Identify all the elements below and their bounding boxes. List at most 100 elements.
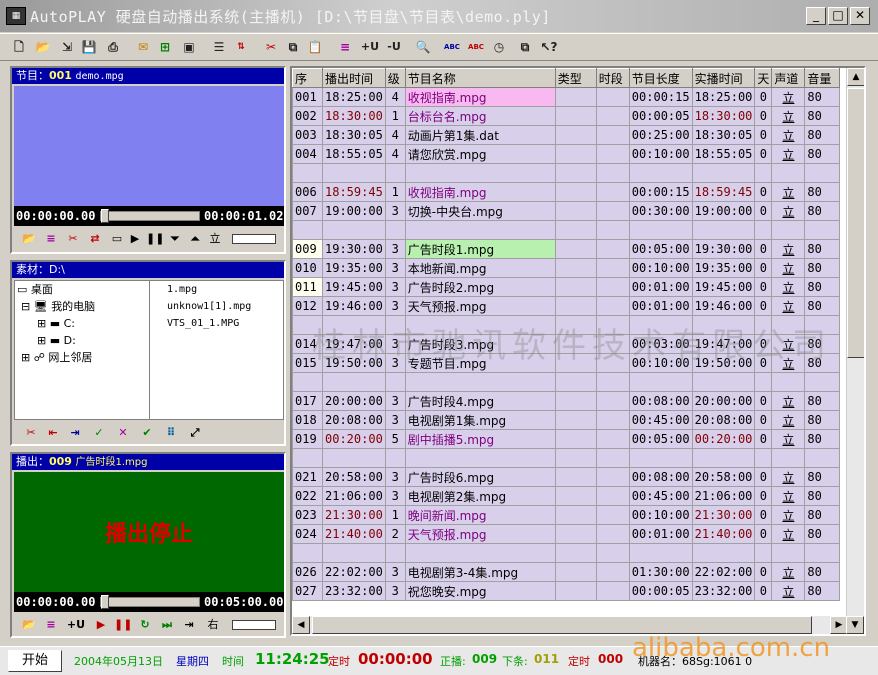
maximize-button[interactable]: □	[828, 7, 848, 25]
cell-type[interactable]	[554, 391, 597, 411]
cell-len[interactable]: 01:30:00	[628, 562, 693, 582]
cell-name[interactable]	[404, 163, 556, 183]
cell-type[interactable]	[554, 467, 597, 487]
cell-name[interactable]: 切换-中央台.mpg	[404, 201, 556, 221]
window-icon[interactable]: ⧉	[516, 38, 534, 56]
cell-vol[interactable]: 80	[804, 125, 841, 145]
column-header[interactable]: 声道	[771, 68, 806, 88]
cell-name[interactable]: 请您欣赏.mpg	[404, 144, 556, 164]
play-icon[interactable]: ▶	[92, 616, 110, 634]
cell-len[interactable]: 00:10:00	[628, 505, 693, 525]
slider-knob[interactable]	[101, 595, 109, 609]
cell-vol[interactable]: 80	[804, 410, 841, 430]
cell-day[interactable]	[754, 163, 773, 183]
cell-seq[interactable]: 019	[292, 429, 323, 449]
cell-ch[interactable]	[771, 372, 806, 392]
cell-slot[interactable]	[595, 562, 630, 582]
cell-len[interactable]: 00:08:00	[628, 391, 693, 411]
table-row[interactable]: 007 19:00:00 3 切换-中央台.mpg 00:30:00 19:00:00 0 立…	[292, 201, 841, 221]
cell-actual[interactable]: 19:45:00	[691, 277, 756, 297]
cell-slot[interactable]	[595, 410, 630, 430]
cell-name[interactable]: 广告时段3.mpg	[404, 334, 556, 354]
cell-slot[interactable]	[595, 505, 630, 525]
cell-name[interactable]: 祝您晚安.mpg	[404, 581, 556, 601]
cell-type[interactable]	[554, 277, 597, 297]
lines-icon[interactable]: ≡	[336, 38, 354, 56]
cell-slot[interactable]	[595, 125, 630, 145]
cell-slot[interactable]	[595, 258, 630, 278]
cell-type[interactable]	[554, 372, 597, 392]
cell-seq[interactable]: 021	[292, 467, 323, 487]
cell-type[interactable]	[554, 562, 597, 582]
cell-lvl[interactable]: 3	[384, 277, 406, 297]
new-file-icon[interactable]: 🗋	[10, 38, 28, 56]
cell-actual[interactable]: 19:50:00	[691, 353, 756, 373]
volume-slider[interactable]	[232, 234, 276, 244]
table-row[interactable]: 010 19:35:00 3 本地新闻.mpg 00:10:00 19:35:00 0 立 80	[292, 258, 841, 278]
cell-slot[interactable]	[595, 353, 630, 373]
cell-day[interactable]	[754, 315, 773, 335]
cell-day[interactable]: 0	[754, 106, 773, 126]
table-row[interactable]: 017 20:00:00 3 广告时段4.mpg 00:08:00 20:00:00 0 立 8…	[292, 391, 841, 411]
column-header[interactable]: 序	[292, 68, 323, 88]
cell-seq[interactable]	[292, 448, 323, 468]
cell-ch[interactable]: 立	[771, 201, 806, 221]
cell-vol[interactable]	[804, 315, 841, 335]
cell-day[interactable]: 0	[754, 391, 773, 411]
cell-slot[interactable]	[595, 543, 630, 563]
cell-seq[interactable]: 002	[292, 106, 323, 126]
next-icon[interactable]: ⏭	[158, 616, 176, 634]
cell-day[interactable]: 0	[754, 486, 773, 506]
cell-ch[interactable]: 立	[771, 106, 806, 126]
delete-icon[interactable]: ✕	[114, 424, 132, 442]
step-up-icon[interactable]: ⏶	[186, 230, 204, 248]
minimize-button[interactable]: _	[806, 7, 826, 25]
cell-seq[interactable]	[292, 315, 323, 335]
cell-slot[interactable]	[595, 87, 630, 107]
cell-lvl[interactable]: 1	[384, 182, 406, 202]
cell-type[interactable]	[554, 296, 597, 316]
cell-name[interactable]: 台标台名.mpg	[404, 106, 556, 126]
cell-ch[interactable]: 立	[771, 277, 806, 297]
cell-day[interactable]: 0	[754, 334, 773, 354]
cell-ch[interactable]: 立	[771, 429, 806, 449]
cell-type[interactable]	[554, 201, 597, 221]
cell-day[interactable]: 0	[754, 467, 773, 487]
cell-vol[interactable]: 80	[804, 581, 841, 601]
cell-time[interactable]: 18:30:05	[322, 125, 386, 145]
cell-seq[interactable]: 009	[292, 239, 323, 259]
cell-len[interactable]: 00:10:00	[628, 353, 693, 373]
table-row[interactable]: 014 19:47:00 3 广告时段3.mpg 00:03:00 19:47:00 0 立 8…	[292, 334, 841, 354]
splitter[interactable]	[149, 281, 150, 419]
cell-ch[interactable]	[771, 448, 806, 468]
table-row[interactable]: 003 18:30:05 4 动画片第1集.dat 00:25:00 18:30:05 0 立…	[292, 125, 841, 145]
cell-lvl[interactable]: 3	[384, 467, 406, 487]
cell-len[interactable]: 00:05:00	[628, 239, 693, 259]
cell-slot[interactable]	[595, 277, 630, 297]
cell-day[interactable]: 0	[754, 429, 773, 449]
cell-vol[interactable]: 80	[804, 106, 841, 126]
cell-ch[interactable]: 立	[771, 258, 806, 278]
table-row[interactable]: 019 00:20:00 5 剧中插播5.mpg 00:05:00 00:20:00 0 立 8…	[292, 429, 841, 449]
cell-lvl[interactable]: 3	[384, 562, 406, 582]
cell-time[interactable]: 21:40:00	[322, 524, 386, 544]
cell-actual[interactable]: 20:58:00	[691, 467, 756, 487]
cell-day[interactable]: 0	[754, 410, 773, 430]
cell-time[interactable]: 19:46:00	[322, 296, 386, 316]
cell-lvl[interactable]: 1	[384, 106, 406, 126]
cell-actual[interactable]: 19:30:00	[691, 239, 756, 259]
cell-actual[interactable]	[691, 163, 756, 183]
table-row[interactable]: 015 19:50:00 3 专题节目.mpg 00:10:00 19:50:00 0 立 80	[292, 353, 841, 373]
cell-vol[interactable]: 80	[804, 239, 841, 259]
cell-lvl[interactable]: 3	[384, 581, 406, 601]
cell-time[interactable]: 00:20:00	[322, 429, 386, 449]
scroll-left-icon[interactable]: ◀	[292, 616, 310, 634]
cell-vol[interactable]	[804, 163, 841, 183]
cell-len[interactable]: 00:00:05	[628, 581, 693, 601]
cell-time[interactable]: 23:32:00	[322, 581, 386, 601]
cell-len[interactable]: 00:25:00	[628, 125, 693, 145]
cell-type[interactable]	[554, 106, 597, 126]
cell-type[interactable]	[554, 353, 597, 373]
column-header[interactable]: 节目名称	[404, 68, 556, 88]
cell-actual[interactable]: 19:47:00	[691, 334, 756, 354]
